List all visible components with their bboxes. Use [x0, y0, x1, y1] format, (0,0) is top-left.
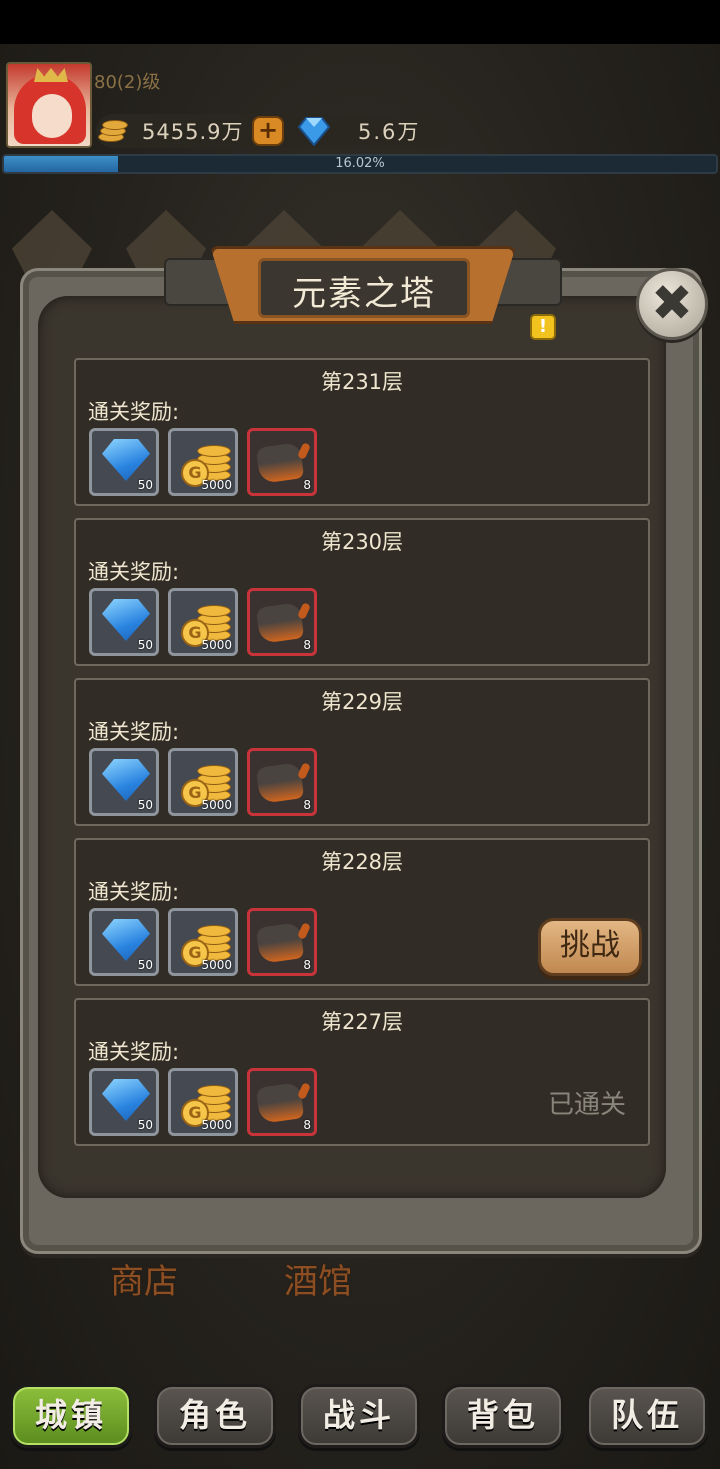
item-quantity: 5000 — [201, 478, 232, 492]
blue-gem-icon — [102, 919, 150, 961]
status-bar — [0, 0, 720, 44]
floor-card: 第227层 通关奖励: 50 G 5000 8 — [74, 998, 650, 1146]
blue-gem-icon — [102, 439, 150, 481]
item-quantity: 5000 — [201, 638, 232, 652]
reward-label: 通关奖励: — [88, 560, 180, 584]
item-quantity: 8 — [303, 958, 311, 972]
nav-team-button[interactable]: 队伍 — [586, 1384, 708, 1448]
fire-ore-icon — [255, 1082, 305, 1124]
item-quantity: 50 — [137, 478, 153, 492]
item-quantity: 50 — [137, 798, 153, 812]
fire-ore-icon — [255, 762, 305, 804]
gold-amount: 5455.9万 — [142, 120, 244, 144]
reward-item-ore[interactable]: 8 — [247, 428, 317, 496]
blue-gem-icon — [102, 759, 150, 801]
reward-label: 通关奖励: — [88, 400, 180, 424]
floor-title: 第231层 — [320, 370, 404, 394]
reward-item-gold[interactable]: G 5000 — [168, 428, 238, 496]
floor-title: 第229层 — [320, 690, 404, 714]
info-icon[interactable]: ! — [530, 314, 556, 340]
reward-label: 通关奖励: — [88, 720, 180, 744]
item-quantity: 8 — [303, 1118, 311, 1132]
add-gold-button[interactable]: + — [252, 116, 284, 146]
reward-item-gem[interactable]: 50 — [89, 1068, 159, 1136]
blue-gem-icon — [102, 1079, 150, 1121]
item-quantity: 8 — [303, 798, 311, 812]
experience-progress-bar: 16.02% — [2, 154, 718, 174]
item-quantity: 50 — [137, 638, 153, 652]
item-quantity: 50 — [137, 958, 153, 972]
reward-item-gem[interactable]: 50 — [89, 428, 159, 496]
gem-icon — [298, 117, 330, 146]
reward-item-gold[interactable]: G 5000 — [168, 1068, 238, 1136]
floor-card: 第230层 通关奖励: 50 G 5000 8 — [74, 518, 650, 666]
reward-item-ore[interactable]: 8 — [247, 748, 317, 816]
reward-item-gold[interactable]: G 5000 — [168, 908, 238, 976]
dialog-title: 元素之塔 — [292, 274, 436, 314]
progress-text: 16.02% — [335, 156, 385, 171]
item-quantity: 5000 — [201, 958, 232, 972]
floor-card: 第229层 通关奖励: 50 G 5000 8 — [74, 678, 650, 826]
shop-label[interactable]: 商店 — [110, 1254, 178, 1303]
gold-coin-icon — [96, 114, 132, 148]
close-button[interactable]: ✖ — [636, 268, 708, 340]
reward-item-gem[interactable]: 50 — [89, 588, 159, 656]
fire-ore-icon — [255, 922, 305, 964]
nav-battle-button[interactable]: 战斗 — [298, 1384, 420, 1448]
reward-item-gem[interactable]: 50 — [89, 748, 159, 816]
player-level: 80(2)级 — [94, 72, 161, 93]
gem-amount: 5.6万 — [358, 120, 421, 144]
challenge-button[interactable]: 挑战 — [538, 918, 642, 976]
fire-ore-icon — [255, 442, 305, 484]
reward-item-ore[interactable]: 8 — [247, 908, 317, 976]
blue-gem-icon — [102, 599, 150, 641]
floor-card: 第231层 通关奖励: 50 G 5000 8 — [74, 358, 650, 506]
floor-title: 第230层 — [320, 530, 404, 554]
tavern-label[interactable]: 酒馆 — [284, 1254, 352, 1303]
item-quantity: 5000 — [201, 798, 232, 812]
item-quantity: 50 — [137, 1118, 153, 1132]
reward-item-ore[interactable]: 8 — [247, 588, 317, 656]
item-quantity: 8 — [303, 478, 311, 492]
reward-item-gold[interactable]: G 5000 — [168, 748, 238, 816]
reward-label: 通关奖励: — [88, 880, 180, 904]
floor-title: 第227层 — [320, 1010, 404, 1034]
floor-title: 第228层 — [320, 850, 404, 874]
item-quantity: 8 — [303, 638, 311, 652]
nav-bag-button[interactable]: 背包 — [442, 1384, 564, 1448]
player-avatar[interactable] — [6, 62, 92, 148]
reward-item-gold[interactable]: G 5000 — [168, 588, 238, 656]
reward-item-gem[interactable]: 50 — [89, 908, 159, 976]
item-quantity: 5000 — [201, 1118, 232, 1132]
cleared-status: 已通关 — [548, 1090, 627, 1120]
reward-label: 通关奖励: — [88, 1040, 180, 1064]
reward-item-ore[interactable]: 8 — [247, 1068, 317, 1136]
nav-town-button[interactable]: 城镇 — [10, 1384, 132, 1448]
fire-ore-icon — [255, 602, 305, 644]
nav-character-button[interactable]: 角色 — [154, 1384, 276, 1448]
